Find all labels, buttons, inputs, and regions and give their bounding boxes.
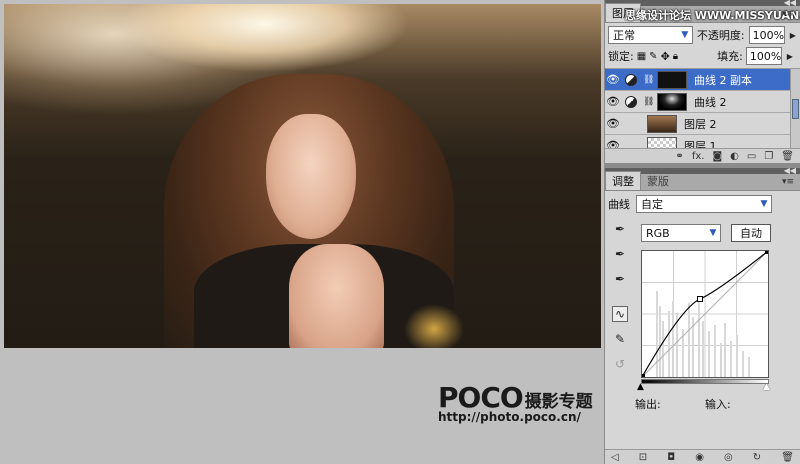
panel-menu-icon[interactable]: ▾≡ — [782, 177, 794, 187]
eye-icon[interactable]: 👁︎ — [605, 95, 621, 108]
preset-select[interactable]: 自定 ▼ — [636, 195, 772, 213]
layer-name: 图层 2 — [684, 117, 717, 131]
layer-thumbnail[interactable] — [647, 114, 677, 133]
curve-tools: ☝ ✒ ✒ ✒ ∿ ✎ ↺ — [611, 197, 629, 372]
trash-icon[interactable]: 🗑︎ — [781, 151, 794, 162]
chevron-down-icon: ▼ — [681, 30, 689, 40]
poco-watermark: POCO 摄影专题 http://photo.poco.cn/ — [438, 381, 598, 425]
mask-icon[interactable]: ◙ — [712, 151, 722, 162]
document-canvas[interactable]: POCO 摄影专题 http://photo.poco.cn/ — [0, 0, 604, 464]
trash-icon[interactable]: 🗑︎ — [781, 452, 794, 463]
lock-brush-icon[interactable]: ✎ — [649, 51, 657, 62]
pencil-icon[interactable]: ✎ — [612, 331, 628, 347]
adjustments-panel: ◀◀ 调整 蒙版 ▾≡ 曲线 自定 ▼ ☝ ✒ ✒ ✒ ∿ ✎ ↺ RGB ▼ … — [604, 166, 800, 464]
opacity-arrow-icon[interactable]: ▶ — [789, 26, 797, 44]
fill-arrow-icon[interactable]: ▶ — [785, 47, 795, 65]
layer-row[interactable]: 👁︎ 图层 2 — [605, 113, 800, 135]
curve-point-icon[interactable]: ∿ — [612, 306, 628, 322]
reset-icon[interactable]: ↻ — [753, 452, 761, 463]
curve-endpoint — [765, 250, 769, 254]
auto-button-label: 自动 — [740, 227, 762, 240]
curves-adjustment-icon — [625, 73, 637, 86]
lock-transparent-icon[interactable]: ▦ — [637, 51, 646, 62]
on-image-adjust-icon[interactable]: ☝ — [612, 196, 628, 212]
fx-icon[interactable]: fx. — [692, 151, 705, 162]
tab-masks[interactable]: 蒙版 — [641, 172, 675, 190]
output-label: 输出: — [635, 398, 661, 411]
layer-mask-thumbnail[interactable] — [657, 70, 687, 89]
white-eyedropper-icon[interactable]: ✒ — [612, 271, 628, 287]
preset-value: 自定 — [641, 198, 663, 211]
blend-mode-value: 正常 — [613, 29, 635, 42]
input-label: 输入: — [705, 398, 731, 411]
adjustments-tab-bar: 调整 蒙版 ▾≡ — [605, 171, 800, 191]
lock-all-icon[interactable]: 🔒︎ — [673, 51, 678, 62]
eye-icon[interactable]: 👁︎ — [605, 73, 621, 86]
layers-panel: ◀◀ 图层 思缘设计论坛 WWW.MISSYUAN.COM ▾≡ 正常 ▼ 不透… — [604, 0, 800, 163]
input-gradient-bar — [641, 379, 769, 384]
opacity-label: 不透明度: — [696, 29, 745, 42]
smooth-icon[interactable]: ↺ — [612, 356, 628, 372]
layer-name: 曲线 2 — [694, 95, 727, 109]
fill-input[interactable]: 100% — [745, 47, 782, 65]
layer-row[interactable]: 👁︎ ⛓︎ 曲线 2 副本 — [605, 69, 800, 91]
curves-svg — [641, 250, 769, 378]
histogram — [656, 291, 750, 377]
back-arrow-icon[interactable]: ◁ — [611, 452, 619, 463]
layer-list: 👁︎ ⛓︎ 曲线 2 副本 👁︎ ⛓︎ 曲线 2 👁︎ 图层 2 👁︎ 图层 1 — [605, 68, 800, 157]
watermark-url: http://photo.poco.cn/ — [438, 410, 581, 424]
clip-to-layer-icon[interactable]: ◘ — [667, 452, 675, 463]
site-watermark: 思缘设计论坛 WWW.MISSYUAN.COM — [625, 9, 800, 22]
adjustment-icon[interactable]: ◐ — [730, 151, 739, 162]
chain-icon[interactable]: ⛓︎ — [643, 75, 654, 85]
lock-move-icon[interactable]: ✥ — [661, 50, 670, 63]
panel-menu-icon[interactable]: ▾≡ — [782, 9, 794, 19]
white-point-slider[interactable]: ▲ — [763, 382, 770, 392]
photo-hands — [289, 244, 384, 348]
photo-lens-flare — [404, 304, 464, 348]
layer-row[interactable]: 👁︎ ⛓︎ 曲线 2 — [605, 91, 800, 113]
layers-bottom-bar: ⚭ fx. ◙ ◐ ▭ ❐ 🗑︎ — [605, 148, 800, 163]
layer-name: 曲线 2 副本 — [694, 73, 752, 87]
adjustments-bottom-bar: ◁ ⊡ ◘ ◉ ◎ ↻ 🗑︎ — [605, 449, 800, 464]
view-previous-icon[interactable]: ◎ — [724, 452, 733, 463]
link-icon[interactable]: ⚭ — [675, 151, 683, 162]
curve-point — [697, 296, 703, 302]
gray-eyedropper-icon[interactable]: ✒ — [612, 246, 628, 262]
layer-mask-thumbnail[interactable] — [657, 92, 687, 111]
curves-graph[interactable] — [641, 250, 769, 378]
eye-icon[interactable]: 👁︎ — [605, 117, 621, 130]
visibility-icon[interactable]: ◉ — [695, 452, 704, 463]
channel-value: RGB — [646, 226, 670, 240]
chevron-down-icon: ▼ — [760, 199, 768, 209]
chain-icon[interactable]: ⛓︎ — [643, 97, 654, 107]
watermark-logo: POCO — [438, 381, 524, 414]
expand-view-icon[interactable]: ⊡ — [639, 452, 647, 463]
black-eyedropper-icon[interactable]: ✒ — [612, 221, 628, 237]
layers-tab-bar: 图层 思缘设计论坛 WWW.MISSYUAN.COM ▾≡ — [605, 3, 800, 23]
blend-mode-select[interactable]: 正常 ▼ — [608, 26, 693, 44]
scroll-thumb[interactable] — [792, 99, 799, 119]
layers-scrollbar[interactable] — [790, 69, 800, 157]
curves-adjustment-icon — [625, 95, 637, 108]
tab-adjustments[interactable]: 调整 — [605, 171, 641, 190]
opacity-input[interactable]: 100% — [748, 26, 785, 44]
auto-button[interactable]: 自动 — [731, 224, 771, 242]
photo-image — [4, 4, 601, 348]
fill-label: 填充: — [717, 50, 743, 63]
watermark-title: 摄影专题 — [524, 392, 593, 412]
new-layer-icon[interactable]: ❐ — [764, 151, 773, 162]
chevron-down-icon: ▼ — [709, 228, 717, 238]
curve-endpoint — [641, 374, 645, 378]
channel-select[interactable]: RGB ▼ — [641, 224, 721, 242]
photo-face — [266, 114, 356, 239]
black-point-slider[interactable]: ▲ — [637, 382, 644, 392]
folder-icon[interactable]: ▭ — [747, 151, 756, 162]
lock-label: 锁定: — [608, 50, 634, 63]
